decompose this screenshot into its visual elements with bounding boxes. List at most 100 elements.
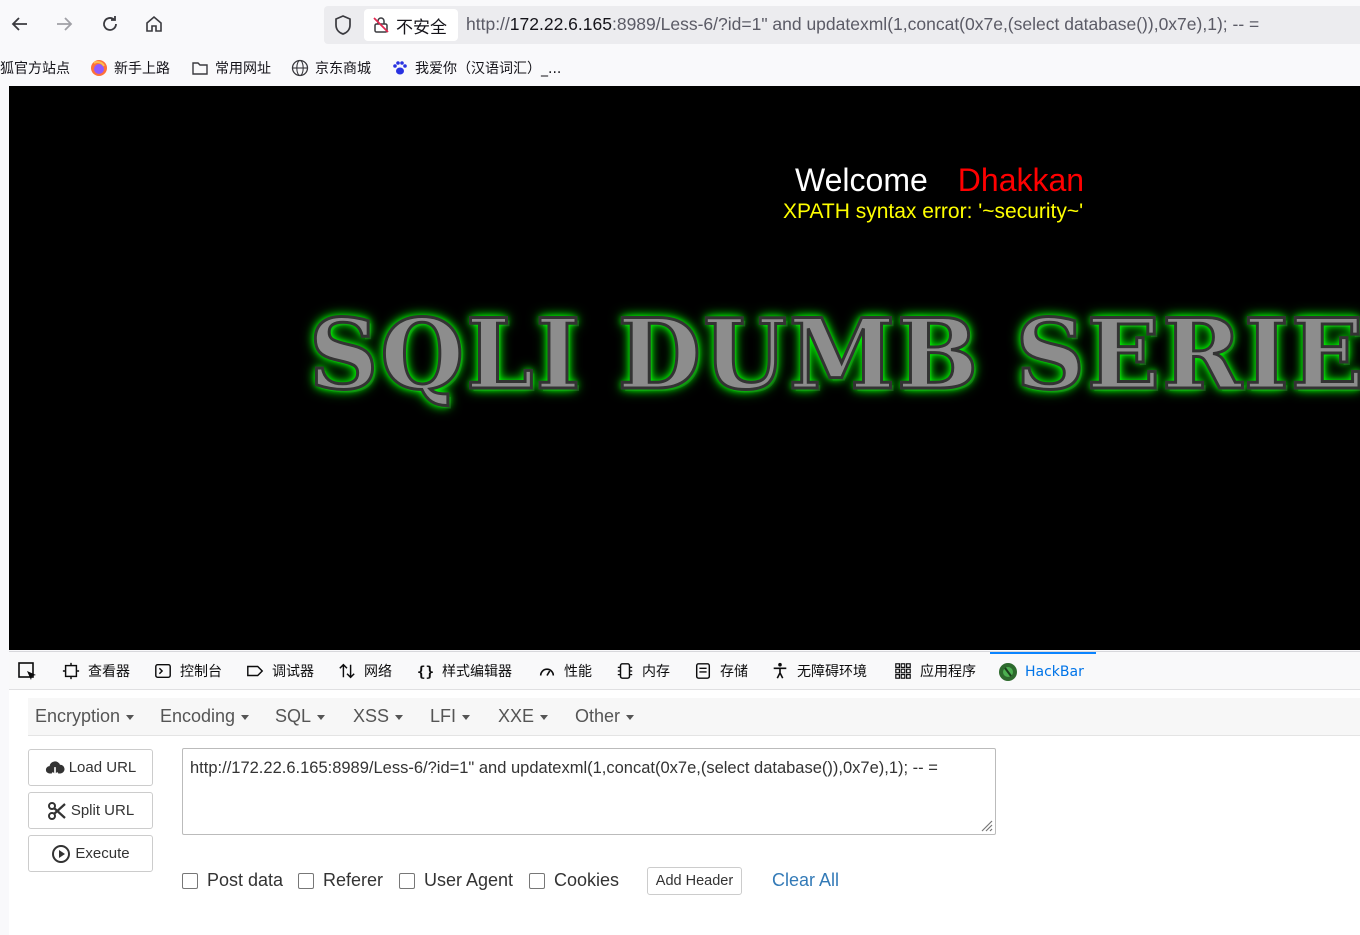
referer-checkbox[interactable]: Referer xyxy=(298,870,383,891)
bookmark-label: 狐官方站点 xyxy=(0,61,70,77)
tab-performance[interactable]: 性能 xyxy=(537,652,592,689)
post-data-checkbox[interactable]: Post data xyxy=(182,870,283,891)
button-label: Load URL xyxy=(68,759,137,776)
bookmark-label: 常用网址 xyxy=(215,61,271,77)
style-editor-icon: {} xyxy=(415,661,435,681)
forward-button[interactable] xyxy=(48,8,80,40)
menu-lfi[interactable]: LFI xyxy=(430,706,471,727)
console-icon xyxy=(153,661,173,681)
debugger-icon xyxy=(245,661,265,681)
execute-button[interactable]: Execute xyxy=(28,835,153,872)
bookmark-label: 新手上路 xyxy=(114,61,170,77)
user-agent-checkbox[interactable]: User Agent xyxy=(399,870,513,891)
tab-memory[interactable]: 内存 xyxy=(615,652,670,689)
bookmark-item[interactable]: 狐官方站点 xyxy=(0,58,70,78)
element-picker-icon[interactable] xyxy=(17,661,39,683)
insecure-connection-badge[interactable]: 不安全 xyxy=(364,9,458,41)
menu-label: Other xyxy=(575,706,621,726)
tab-inspector[interactable]: 查看器 xyxy=(61,652,130,689)
add-header-button[interactable]: Add Header xyxy=(647,867,742,895)
bookmark-item[interactable]: 我爱你（汉语词汇）_... xyxy=(391,58,561,78)
tab-label: 调试器 xyxy=(272,663,314,680)
folder-icon xyxy=(191,59,209,77)
caret-down-icon xyxy=(462,714,471,720)
home-icon xyxy=(146,15,162,32)
storage-icon xyxy=(693,661,713,681)
checkbox-box[interactable] xyxy=(182,872,198,889)
bookmark-item[interactable]: 京东商城 xyxy=(291,58,371,78)
button-label: Split URL xyxy=(70,802,135,819)
application-icon xyxy=(893,661,913,681)
bookmark-label: 京东商城 xyxy=(315,61,371,77)
load-url-button[interactable]: Load URL xyxy=(28,749,153,786)
checkbox-box[interactable] xyxy=(529,872,545,889)
tab-network[interactable]: 网络 xyxy=(337,652,392,689)
menu-xss[interactable]: XSS xyxy=(353,706,404,727)
page-viewport: Welcome Dhakkan XPATH syntax error: '~sec… xyxy=(9,86,1360,650)
menu-encryption[interactable]: Encryption xyxy=(35,706,135,727)
menu-encoding[interactable]: Encoding xyxy=(160,706,250,727)
tab-application[interactable]: 应用程序 xyxy=(893,652,976,689)
resize-grip-icon[interactable] xyxy=(979,818,993,832)
caret-down-icon xyxy=(540,714,549,720)
bookmark-label: 我爱你（汉语词汇）_... xyxy=(415,61,562,77)
button-label: Execute xyxy=(75,845,130,862)
browser-toolbar: 不安全 http://172.22.6.165:8989/Less-6/?id=… xyxy=(0,0,1360,52)
tab-hackbar[interactable]: HackBar xyxy=(990,652,1096,689)
tab-label: HackBar xyxy=(1025,663,1084,680)
xpath-error-message: XPATH syntax error: '~security~' xyxy=(783,200,1084,223)
menu-label: LFI xyxy=(430,706,457,726)
checkbox-label: User Agent xyxy=(424,870,514,890)
home-button[interactable] xyxy=(138,8,170,40)
welcome-message: Welcome Dhakkan xyxy=(795,162,1084,199)
bookmark-item[interactable]: 常用网址 xyxy=(191,58,271,78)
menu-sql[interactable]: SQL xyxy=(275,706,326,727)
menu-label: SQL xyxy=(275,706,312,726)
hackbar-icon xyxy=(998,662,1018,682)
menu-label: XXE xyxy=(498,706,535,726)
cloud-download-icon xyxy=(45,760,65,776)
split-url-button[interactable]: Split URL xyxy=(28,792,153,829)
bookmark-item[interactable]: 新手上路 xyxy=(90,58,170,78)
tab-label: 性能 xyxy=(564,663,592,680)
tab-style-editor[interactable]: {} 样式编辑器 xyxy=(415,652,512,689)
accessibility-icon xyxy=(770,661,790,681)
welcome-username: Dhakkan xyxy=(957,162,1085,198)
network-icon xyxy=(337,661,357,681)
checkbox-box[interactable] xyxy=(298,872,314,889)
tracking-shield-icon[interactable] xyxy=(332,14,354,36)
tab-debugger[interactable]: 调试器 xyxy=(245,652,314,689)
tab-label: 存储 xyxy=(720,663,748,680)
bookmarks-bar: 狐官方站点 新手上路 常用网址 京东商城 我爱你（汉语词汇）_... xyxy=(0,54,1360,82)
clear-all-link[interactable]: Clear All xyxy=(772,870,839,891)
insecure-lock-icon xyxy=(373,17,389,33)
caret-down-icon xyxy=(626,714,635,720)
url-textarea-value: http://172.22.6.165:8989/Less-6/?id=1" a… xyxy=(190,759,938,777)
tab-accessibility[interactable]: 无障碍环境 xyxy=(770,652,867,689)
url-prefix: http:// xyxy=(466,14,510,34)
checkbox-box[interactable] xyxy=(399,872,415,889)
tab-label: 样式编辑器 xyxy=(442,663,512,680)
checkbox-label: Cookies xyxy=(554,870,620,890)
cookies-checkbox[interactable]: Cookies xyxy=(529,870,619,891)
tab-storage[interactable]: 存储 xyxy=(693,652,748,689)
inspector-icon xyxy=(61,661,81,681)
welcome-text: Welcome xyxy=(795,162,928,198)
back-button[interactable] xyxy=(4,8,36,40)
menu-label: XSS xyxy=(353,706,390,726)
url-text[interactable]: http://172.22.6.165:8989/Less-6/?id=1" a… xyxy=(466,14,1259,35)
performance-icon xyxy=(537,661,557,681)
menu-label: Encryption xyxy=(35,706,121,726)
reload-button[interactable] xyxy=(94,8,126,40)
hackbar-url-textarea[interactable]: http://172.22.6.165:8989/Less-6/?id=1" a… xyxy=(182,748,996,835)
url-host: 172.22.6.165 xyxy=(509,14,612,34)
menu-other[interactable]: Other xyxy=(575,706,635,727)
hackbar-menu: Encryption Encoding SQL XSS LFI XXE Othe… xyxy=(28,698,1360,736)
tab-console[interactable]: 控制台 xyxy=(153,652,222,689)
checkbox-label: Referer xyxy=(323,870,384,890)
baidu-paw-icon xyxy=(391,59,409,77)
insecure-label: 不安全 xyxy=(396,17,447,38)
menu-label: Encoding xyxy=(160,706,236,726)
menu-xxe[interactable]: XXE xyxy=(498,706,549,727)
reload-icon xyxy=(103,16,117,31)
